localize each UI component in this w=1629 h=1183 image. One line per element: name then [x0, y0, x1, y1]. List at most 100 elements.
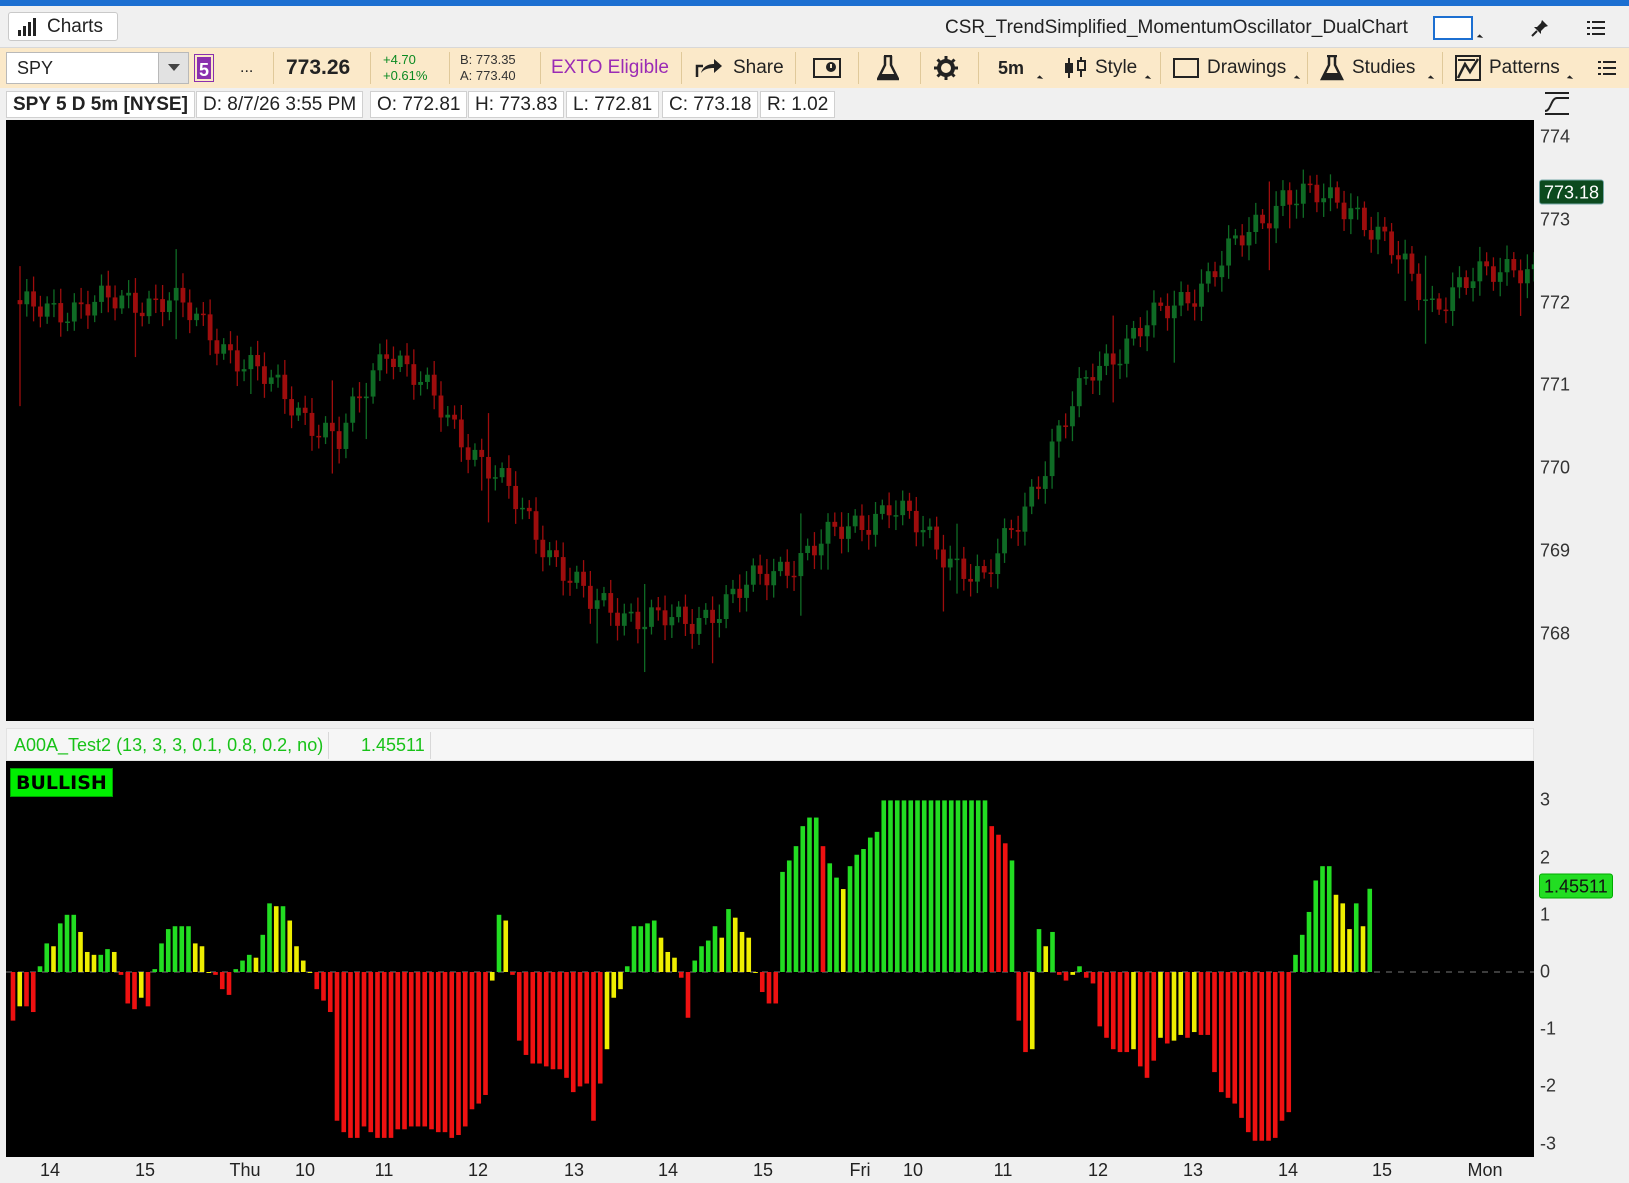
- candles-icon: [1065, 57, 1086, 78]
- oscillator-bar: [550, 972, 556, 1070]
- time-label: 10: [294, 1160, 316, 1180]
- oscillator-axis[interactable]: [1534, 761, 1629, 1157]
- price-candle: [1300, 169, 1306, 218]
- drawings-menu[interactable]: Drawings: [1173, 48, 1286, 88]
- price-candle: [1355, 196, 1361, 220]
- oscillator-bar: [415, 972, 421, 1127]
- oscillator-bar: [651, 920, 657, 972]
- oscillator-bar: [1097, 972, 1103, 1027]
- price-candle: [710, 596, 715, 664]
- oscillator-bar: [503, 920, 509, 972]
- price-candle: [139, 302, 145, 327]
- oscillator-bar: [867, 837, 873, 972]
- price-candle: [268, 369, 274, 392]
- price-candle: [289, 386, 294, 429]
- oscillator-bar: [712, 926, 718, 972]
- oscillator-bar: [152, 969, 158, 972]
- oscillator-bar: [807, 817, 812, 972]
- toolbar-menu-icon[interactable]: [1598, 48, 1616, 88]
- layout-name[interactable]: CSR_TrendSimplified_MomentumOscillator_D…: [945, 14, 1408, 42]
- oscillator-bar: [1266, 972, 1271, 1141]
- price-candle: [1429, 285, 1435, 313]
- price-candle: [716, 604, 722, 638]
- price-candle: [1212, 261, 1218, 287]
- oscillator-bar: [591, 972, 596, 1121]
- oscillator-bar: [1070, 972, 1076, 975]
- oscillator-bar: [510, 972, 515, 975]
- price-candle: [621, 603, 627, 636]
- price-candle: [1287, 182, 1293, 229]
- oscillator-bar: [813, 817, 819, 972]
- alert-chart-icon: [813, 58, 841, 78]
- price-candle: [1219, 250, 1225, 292]
- oscillator-bar: [631, 926, 637, 972]
- chart-toolbar: SPY 5 ... 773.26 +4.70 +0.61% B: 773.35 …: [0, 48, 1629, 88]
- patterns-label: Patterns: [1489, 57, 1560, 78]
- oscillator-bar: [341, 972, 347, 1133]
- lab-button[interactable]: [877, 48, 899, 88]
- oscillator-bar: [759, 972, 765, 993]
- price-candle: [92, 295, 98, 323]
- price-candle: [187, 289, 193, 334]
- symbol-input[interactable]: SPY: [6, 52, 189, 84]
- price-candle: [479, 438, 485, 491]
- oscillator-pane[interactable]: BULLISH: [6, 761, 1534, 1157]
- chart-info-bar: SPY 5 D 5m [NYSE] D: 8/7/26 3:55 PM O: 7…: [6, 88, 1541, 120]
- price-candle: [655, 596, 661, 621]
- time-label: 12: [467, 1160, 489, 1180]
- oscillator-bar: [1367, 888, 1373, 972]
- studies-menu[interactable]: Studies: [1320, 48, 1415, 88]
- charts-tab[interactable]: Charts: [8, 12, 118, 41]
- price-candle: [1008, 519, 1014, 539]
- oscillator-bar: [672, 957, 677, 972]
- oscillator-bar: [44, 943, 50, 972]
- oscillator-bar: [935, 800, 941, 972]
- patterns-menu[interactable]: Patterns: [1455, 48, 1560, 88]
- price-candle: [119, 289, 125, 314]
- oscillator-bar: [98, 954, 104, 972]
- oscillator-bar: [84, 951, 90, 972]
- pin-icon[interactable]: [1522, 13, 1558, 43]
- oscillator-bar: [1232, 972, 1238, 1104]
- study-label[interactable]: A00A_Test2 (13, 3, 3, 0.1, 0.8, 0.2, no): [9, 732, 330, 759]
- price-candle: [1226, 225, 1232, 279]
- oscillator-bar: [834, 877, 839, 972]
- study-header: A00A_Test2 (13, 3, 3, 0.1, 0.8, 0.2, no)…: [6, 728, 1534, 761]
- time-axis[interactable]: 14 15 Thu 10 11 12 13 14 15 Fri 10 11 12 13 14 15 Mon: [0, 1157, 1629, 1183]
- oscillator-bar: [1043, 946, 1049, 972]
- price-candle: [472, 443, 478, 467]
- style-menu[interactable]: Style: [1063, 48, 1137, 88]
- price-candle: [1314, 174, 1320, 213]
- price-candle: [1443, 297, 1449, 324]
- drawings-label: Drawings: [1207, 57, 1287, 78]
- symbol-dropdown-button[interactable]: [158, 53, 188, 83]
- price-candle: [506, 455, 512, 499]
- more-button[interactable]: ...: [240, 48, 253, 88]
- oscillator-bar: [294, 946, 299, 972]
- link-group-badge[interactable]: 5: [194, 54, 214, 82]
- price-scale-toggle-icon[interactable]: [1543, 90, 1571, 116]
- price-candle: [1165, 293, 1170, 331]
- price-candle: [526, 500, 532, 519]
- patterns-icon: [1455, 55, 1481, 81]
- share-button[interactable]: Share: [695, 48, 784, 88]
- oscillator-bar: [1252, 972, 1258, 1141]
- price-tick: 769: [1540, 540, 1571, 561]
- price-candle: [723, 585, 729, 629]
- menu-list-icon[interactable]: [1578, 13, 1614, 43]
- layout-selector[interactable]: [1420, 13, 1486, 43]
- oscillator-bar: [645, 923, 650, 972]
- chart-alert-button[interactable]: [813, 48, 841, 88]
- price-chart-pane[interactable]: [6, 120, 1534, 721]
- oscillator-bar: [537, 972, 542, 1064]
- oscillator-bar: [300, 960, 306, 972]
- oscillator-bar: [213, 972, 218, 975]
- oscillator-bar: [1090, 972, 1096, 984]
- price-candle: [309, 398, 315, 451]
- settings-button[interactable]: [934, 48, 958, 88]
- timeframe-selector[interactable]: 5m: [998, 48, 1024, 88]
- oscillator-bar: [996, 834, 1001, 972]
- price-candle: [166, 292, 172, 321]
- price-candle: [1239, 224, 1245, 257]
- oscillator-bar: [705, 940, 711, 972]
